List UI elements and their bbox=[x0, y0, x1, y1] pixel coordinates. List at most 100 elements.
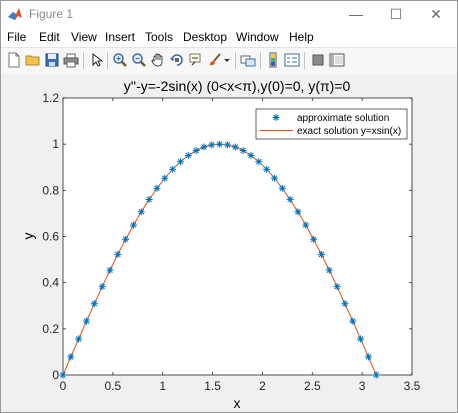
pan-hand-icon[interactable] bbox=[150, 52, 166, 68]
data-point-marker bbox=[67, 353, 75, 361]
matlab-logo-icon bbox=[8, 8, 22, 20]
rotate-3d-icon[interactable] bbox=[169, 52, 185, 68]
data-point-marker bbox=[82, 317, 90, 325]
data-point-marker bbox=[169, 165, 177, 173]
data-point-marker bbox=[153, 184, 161, 192]
data-point-marker bbox=[192, 147, 200, 155]
toolbar-separator bbox=[304, 52, 305, 69]
data-point-marker bbox=[302, 221, 310, 229]
x-axis-label: x bbox=[234, 395, 241, 411]
data-point-marker bbox=[208, 141, 216, 149]
toolbar-separator bbox=[260, 52, 261, 69]
minimize-button[interactable]: — bbox=[339, 1, 373, 27]
open-file-icon[interactable] bbox=[25, 52, 41, 68]
x-tick-label: 3.5 bbox=[404, 379, 421, 393]
data-point-marker bbox=[75, 335, 83, 343]
menu-tools[interactable]: Tools bbox=[145, 30, 173, 44]
x-tick-label: 2 bbox=[259, 379, 266, 393]
legend-marker-approximate bbox=[272, 114, 280, 121]
data-point-marker bbox=[145, 195, 153, 203]
data-point-marker bbox=[294, 208, 302, 216]
data-point-marker bbox=[129, 221, 137, 229]
x-tick-label: 0.5 bbox=[105, 379, 122, 393]
menu-edit[interactable]: Edit bbox=[39, 30, 60, 44]
data-point-marker bbox=[176, 158, 184, 166]
menu-view[interactable]: View bbox=[71, 30, 97, 44]
link-plot-icon[interactable] bbox=[240, 52, 256, 68]
insert-legend-icon[interactable] bbox=[284, 52, 300, 68]
data-point-marker bbox=[98, 283, 106, 291]
show-plot-tools-icon[interactable] bbox=[329, 52, 345, 68]
y-axis-label: y bbox=[20, 233, 36, 240]
maximize-button[interactable]: ☐ bbox=[379, 1, 413, 27]
menu-file[interactable]: File bbox=[7, 30, 26, 44]
y-tick-label: 0.2 bbox=[42, 322, 59, 336]
data-point-marker bbox=[223, 141, 231, 149]
print-icon[interactable] bbox=[63, 52, 79, 68]
data-point-marker bbox=[59, 371, 67, 379]
data-point-marker bbox=[341, 300, 349, 308]
data-point-marker bbox=[364, 353, 372, 361]
data-point-marker bbox=[372, 371, 380, 379]
plot-title: y''-y=-2sin(x) (0<x<π),y(0)=0, y(π)=0 bbox=[124, 78, 351, 94]
axes-box[interactable] bbox=[62, 97, 413, 376]
menu-help[interactable]: Help bbox=[289, 30, 314, 44]
data-point-marker bbox=[310, 235, 318, 243]
data-point-marker bbox=[317, 250, 325, 258]
data-point-marker bbox=[90, 300, 98, 308]
data-point-marker bbox=[137, 208, 145, 216]
figure-window: Figure 1 — ☐ ✕ File Edit View Insert Too… bbox=[0, 0, 458, 413]
data-point-marker bbox=[333, 283, 341, 291]
data-point-marker bbox=[200, 143, 208, 151]
data-point-marker bbox=[114, 250, 122, 258]
title-bar[interactable]: Figure 1 — ☐ ✕ bbox=[1, 1, 457, 27]
menu-window[interactable]: Window bbox=[236, 30, 279, 44]
data-cursor-icon[interactable] bbox=[188, 52, 204, 68]
y-tick-label: 1 bbox=[52, 137, 59, 151]
toolbar-separator bbox=[235, 52, 236, 69]
data-point-marker bbox=[184, 151, 192, 159]
insert-colorbar-icon[interactable] bbox=[265, 52, 281, 68]
menu-bar: File Edit View Insert Tools Desktop Wind… bbox=[1, 27, 457, 47]
zoom-in-icon[interactable] bbox=[112, 52, 128, 68]
data-point-marker bbox=[349, 317, 357, 325]
x-tick-label: 2.5 bbox=[304, 379, 321, 393]
new-figure-icon[interactable] bbox=[6, 52, 22, 68]
save-icon[interactable] bbox=[44, 52, 60, 68]
y-tick-label: 0.4 bbox=[42, 276, 59, 290]
toolbar-separator bbox=[107, 52, 108, 69]
menu-desktop[interactable]: Desktop bbox=[183, 30, 227, 44]
data-point-marker bbox=[270, 174, 278, 182]
data-point-marker bbox=[263, 165, 271, 173]
x-tick-label: 0 bbox=[60, 379, 67, 393]
y-tick-label: 0.6 bbox=[42, 230, 59, 244]
hide-plot-tools-icon[interactable] bbox=[310, 52, 326, 68]
data-point-marker bbox=[122, 235, 130, 243]
data-point-marker bbox=[357, 335, 365, 343]
figure-toolbar bbox=[1, 47, 457, 75]
window-title: Figure 1 bbox=[29, 7, 74, 21]
y-tick-label: 0.8 bbox=[42, 183, 59, 197]
legend-label-exact: exact solution y=xsin(x) bbox=[297, 126, 401, 137]
toolbar-separator bbox=[83, 52, 84, 69]
x-tick-label: 3 bbox=[359, 379, 366, 393]
close-icon: ✕ bbox=[430, 5, 442, 22]
x-tick-label: 1.5 bbox=[204, 379, 221, 393]
data-point-marker bbox=[325, 266, 333, 274]
y-tick-label: 1.2 bbox=[42, 91, 59, 105]
data-point-marker bbox=[278, 184, 286, 192]
data-point-marker bbox=[255, 158, 263, 166]
close-button[interactable]: ✕ bbox=[419, 1, 453, 27]
select-arrow-icon[interactable] bbox=[89, 52, 105, 68]
plot-canvas[interactable]: y''-y=-2sin(x) (0<x<π),y(0)=0, y(π)=0 0 0… bbox=[1, 74, 457, 412]
zoom-out-icon[interactable] bbox=[131, 52, 147, 68]
legend-label-approximate: approximate solution bbox=[297, 113, 389, 124]
data-point-marker bbox=[161, 174, 169, 182]
data-point-marker bbox=[216, 140, 224, 148]
brush-icon[interactable] bbox=[207, 52, 223, 68]
brush-dropdown-icon[interactable] bbox=[223, 52, 231, 68]
data-point-marker bbox=[286, 195, 294, 203]
menu-insert[interactable]: Insert bbox=[105, 30, 135, 44]
legend[interactable]: approximate solution exact solution y=xs… bbox=[255, 108, 408, 140]
data-point-marker bbox=[106, 266, 114, 274]
